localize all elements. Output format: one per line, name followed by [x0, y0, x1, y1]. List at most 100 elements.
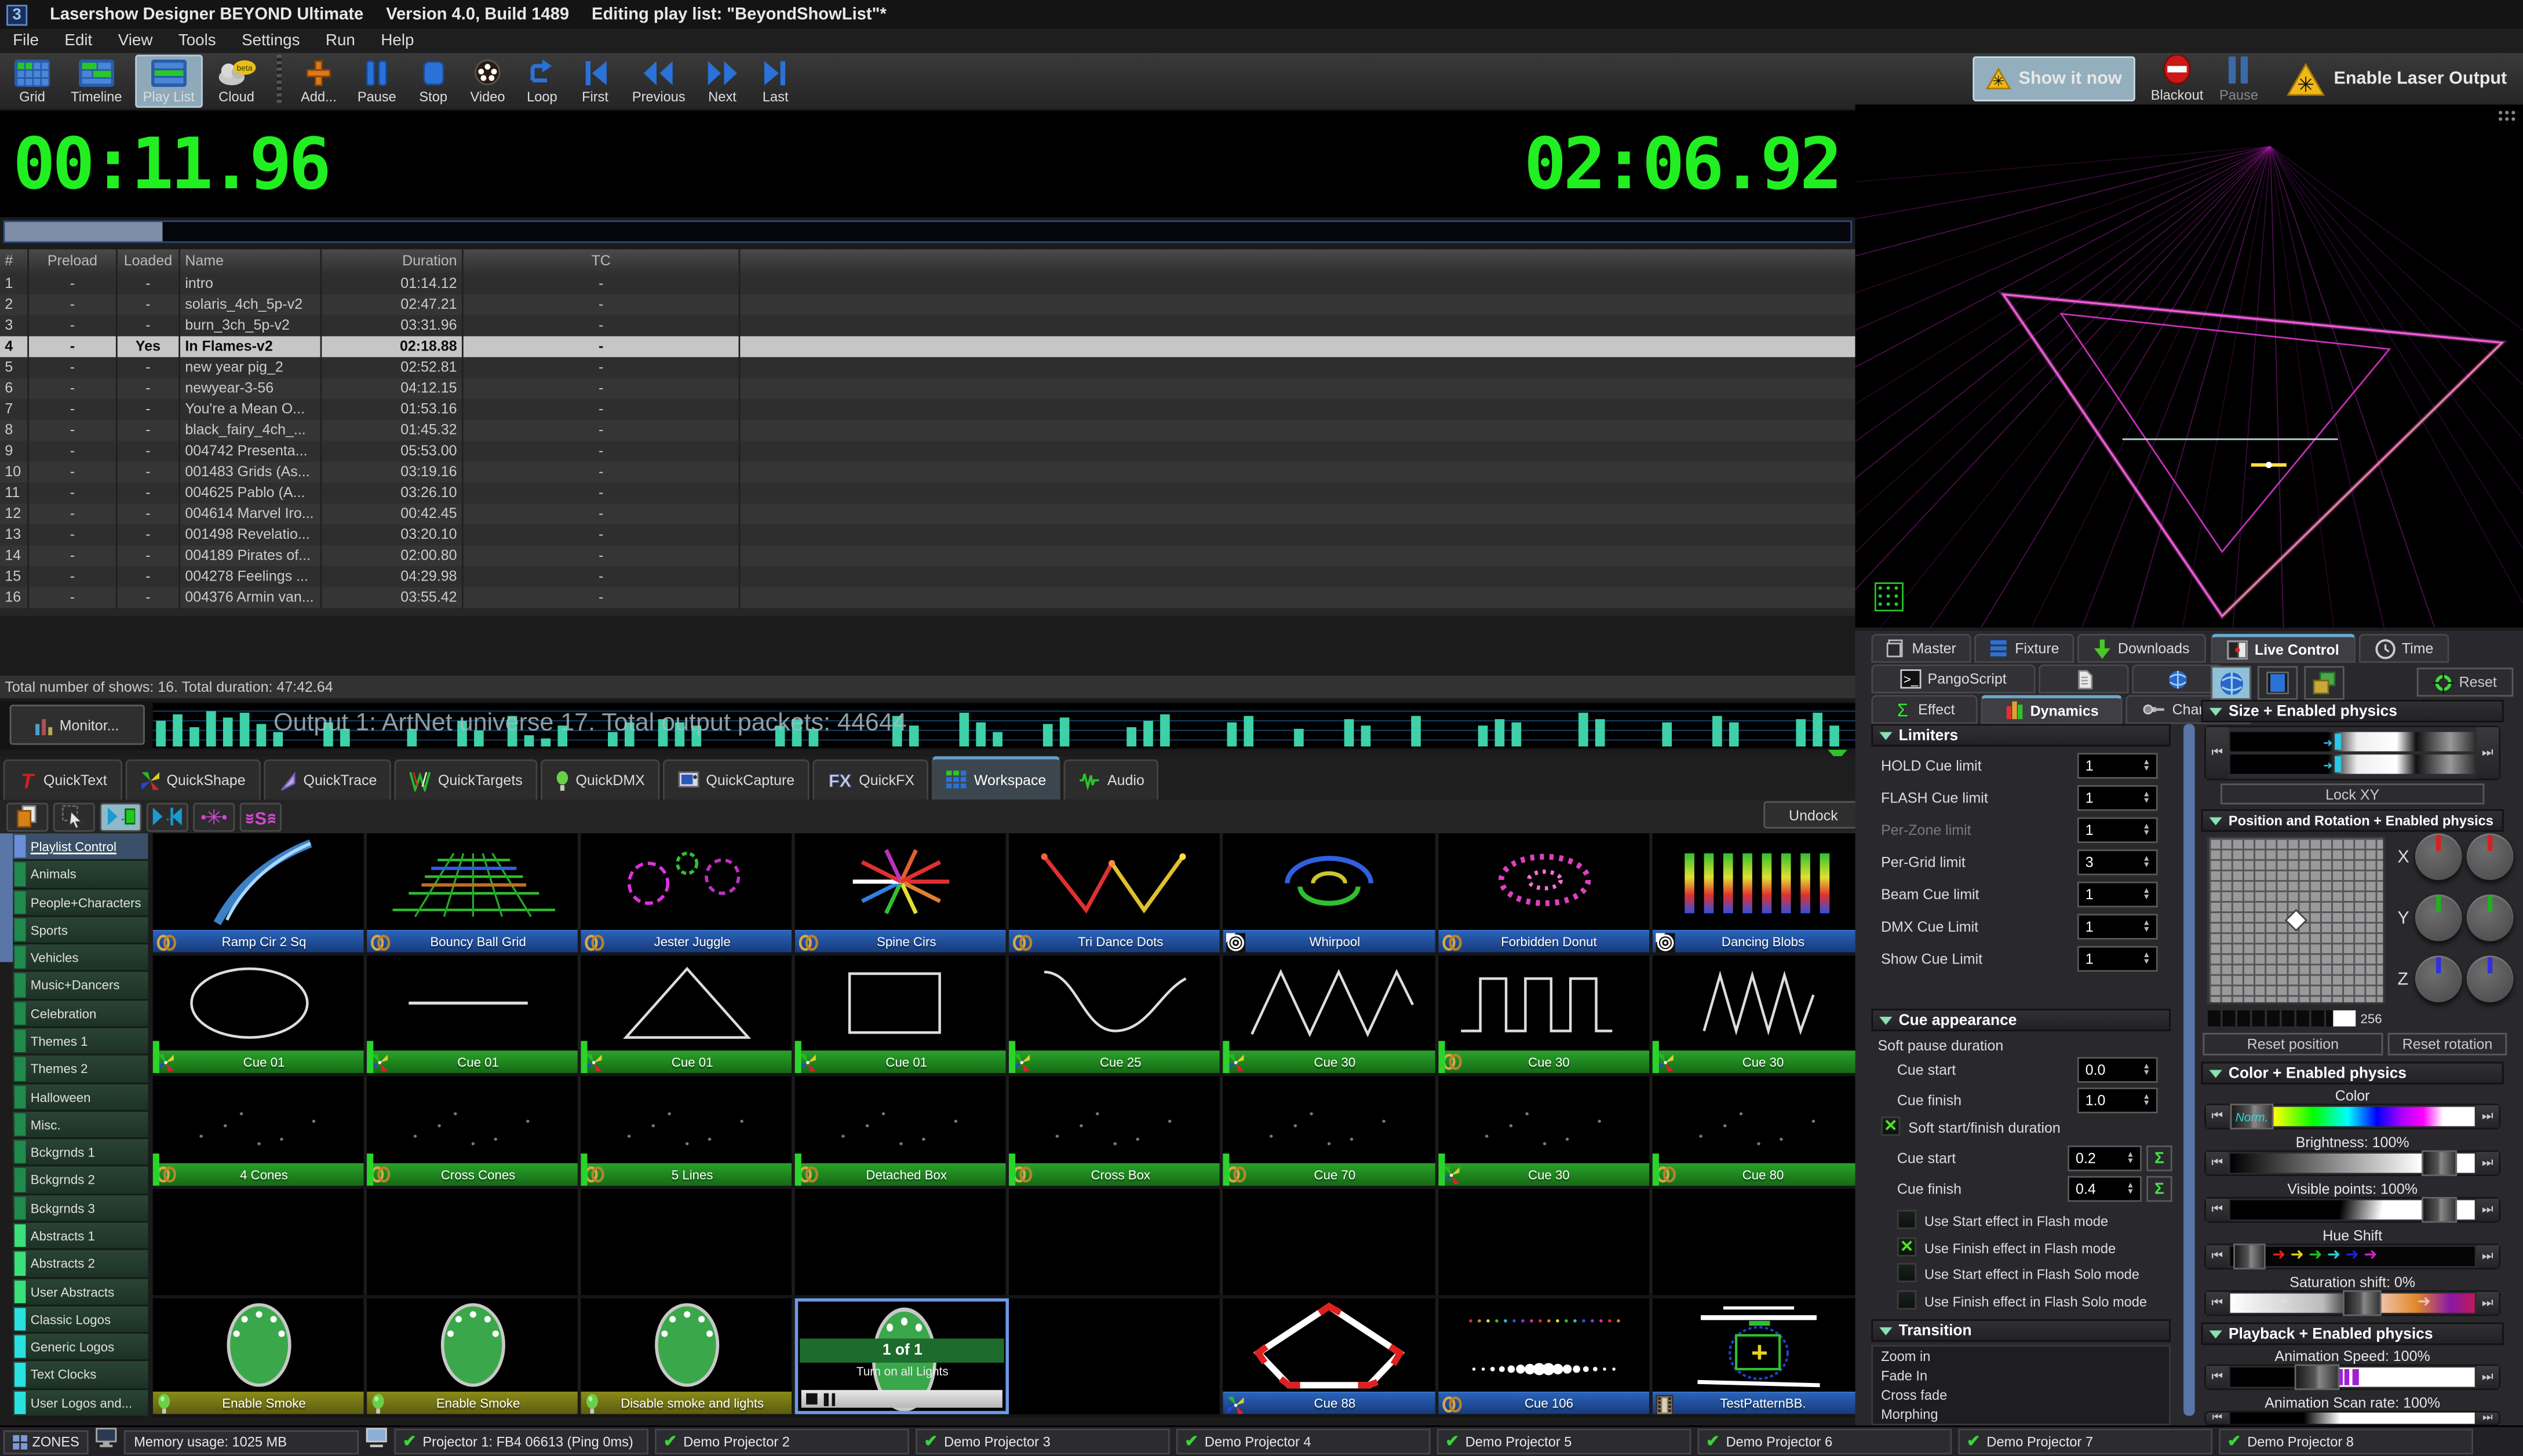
projector-demo-projector-8[interactable]: ✔Demo Projector 8 [2219, 1429, 2474, 1454]
toolbar-previous-button[interactable]: Previous [624, 54, 694, 108]
hue-shift-slider[interactable]: ⏮ ➜➜➜➜➜➜ ⏭ [2204, 1243, 2500, 1269]
projector-demo-projector-5[interactable]: ✔Demo Projector 5 [1437, 1429, 1691, 1454]
rotation-knob-z-a[interactable] [2415, 955, 2462, 1002]
cue-cell-dancing-blobs[interactable]: Dancing Blobs [1652, 833, 1866, 952]
category-abstracts-2[interactable]: Abstracts 2 [13, 1250, 148, 1278]
playback-header[interactable]: Playback + Enabled physics [2201, 1323, 2504, 1345]
cascade-view-button[interactable] [2304, 666, 2344, 700]
cue-cell-empty[interactable] [796, 1189, 1010, 1295]
cue-cell-cue-01[interactable]: Cue 01 [367, 955, 581, 1073]
tab-doc[interactable] [2039, 665, 2129, 694]
tab-effect[interactable]: ΣEffect [1871, 695, 1977, 724]
limiter-spinner[interactable]: 3▲▼ [2077, 849, 2158, 875]
category-bckgrnds-3[interactable]: Bckgrnds 3 [13, 1195, 148, 1223]
cue-cell-enable-smoke[interactable]: Enable Smoke [153, 1298, 367, 1414]
playlist-row[interactable]: 5--new year pig_202:52.81- [0, 357, 1855, 378]
tab-pangoscript[interactable]: >_PangoScript [1871, 665, 2035, 694]
reset-button[interactable]: Reset [2417, 667, 2514, 696]
animation-speed-slider[interactable]: ⏮ ⏭ [2204, 1364, 2500, 1390]
category-generic-logos[interactable]: Generic Logos [13, 1334, 148, 1362]
cue-cell-forbidden-donut[interactable]: Forbidden Donut [1438, 833, 1652, 952]
flag-checkbox[interactable] [1897, 1210, 1916, 1229]
column-header-Preload[interactable]: Preload [29, 249, 118, 273]
toolbar-last-button[interactable]: Last [752, 54, 800, 108]
toolbar-play-list-button[interactable]: Play List [135, 54, 203, 108]
panel-scrollbar[interactable] [2183, 724, 2194, 1416]
sigma-button[interactable]: Σ [2146, 1176, 2172, 1202]
effect-star-button[interactable]: ✳ [193, 802, 235, 831]
rotation-knob-x-b[interactable] [2467, 833, 2514, 880]
category-celebration[interactable]: Celebration [13, 1000, 148, 1028]
cue-cell-cue-01[interactable]: Cue 01 [581, 955, 796, 1073]
menu-view[interactable]: View [105, 32, 165, 50]
tab-quickshape[interactable]: QuickShape [125, 760, 260, 800]
playlist-row[interactable]: 15--004278 Feelings ...04:29.98- [0, 566, 1855, 587]
playlist-row[interactable]: 16--004376 Armin van...03:55.42- [0, 587, 1855, 608]
category-user-abstracts[interactable]: User Abstracts [13, 1278, 148, 1306]
category-classic-logos[interactable]: Classic Logos [13, 1306, 148, 1334]
reset-rotation-button[interactable]: Reset rotation [2388, 1033, 2507, 1056]
limiter-spinner[interactable]: 1▲▼ [2077, 914, 2158, 939]
reset-position-button[interactable]: Reset position [2203, 1033, 2383, 1056]
toolbar-video-button[interactable]: Video [462, 54, 513, 108]
limiter-spinner[interactable]: 1▲▼ [2077, 882, 2158, 907]
category-misc-[interactable]: Misc. [13, 1111, 148, 1139]
cue-cell-enable-smoke[interactable]: Enable Smoke [367, 1298, 581, 1414]
category-user-logos-and-[interactable]: User Logos and... [13, 1389, 148, 1417]
undock-button[interactable]: Undock [1763, 801, 1863, 829]
projector-demo-projector-2[interactable]: ✔Demo Projector 2 [655, 1429, 910, 1454]
projector-demo-projector-7[interactable]: ✔Demo Projector 7 [1959, 1429, 2213, 1454]
cue-cell-bouncy-ball-grid[interactable]: Bouncy Ball Grid [367, 833, 581, 952]
tab-quicktargets[interactable]: QuickTargets [395, 760, 537, 800]
playlist-row[interactable]: 6--newyear-3-5604:12.15- [0, 378, 1855, 399]
category-themes-2[interactable]: Themes 2 [13, 1056, 148, 1083]
cue-cell-empty[interactable] [1224, 1189, 1438, 1295]
cue-cell-empty[interactable] [153, 1189, 367, 1295]
tab-downloads[interactable]: Downloads [2077, 634, 2206, 663]
color-header[interactable]: Color + Enabled physics [2201, 1062, 2504, 1085]
flag-checkbox[interactable] [1897, 1290, 1916, 1309]
menu-file[interactable]: File [0, 32, 52, 50]
rotation-knob-y-a[interactable] [2415, 895, 2462, 942]
playlist-row[interactable]: 12--004614 Marvel Iro...00:42.45- [0, 503, 1855, 524]
playlist-row[interactable]: 13--001498 Revelatio...03:20.10- [0, 524, 1855, 545]
zone-view-button[interactable] [2258, 666, 2298, 700]
cue-cell-cue-88[interactable]: Cue 88 [1224, 1298, 1438, 1414]
cue-cell-cue-80[interactable]: Cue 80 [1652, 1077, 1866, 1186]
cue-cell-whirpool[interactable]: Whirpool [1224, 833, 1438, 952]
world-view-button[interactable] [2211, 666, 2251, 700]
category-vehicles[interactable]: Vehicles [13, 944, 148, 972]
saturation-slider[interactable]: ⏮ ⬅ ➜ ⏭ [2204, 1290, 2500, 1316]
column-header-Duration[interactable]: Duration [322, 249, 463, 273]
tab-audio[interactable]: Audio [1064, 760, 1159, 800]
cue-cell-empty[interactable] [581, 1189, 796, 1295]
copy-page-button[interactable] [6, 802, 48, 831]
menu-settings[interactable]: Settings [229, 32, 313, 50]
playlist-row[interactable]: 10--001483 Grids (As...03:19.16- [0, 462, 1855, 483]
cue-cell-cross-box[interactable]: Cross Box [1009, 1077, 1224, 1186]
projector-demo-projector-6[interactable]: ✔Demo Projector 6 [1698, 1429, 1952, 1454]
category-animals[interactable]: Animals [13, 861, 148, 889]
projector-demo-projector-3[interactable]: ✔Demo Projector 3 [916, 1429, 1171, 1454]
projector-demo-projector-4[interactable]: ✔Demo Projector 4 [1177, 1429, 1431, 1454]
tab-live-control[interactable]: Live Control [2211, 634, 2356, 663]
column-header-Name[interactable]: Name [180, 249, 322, 273]
rotation-knob-y-b[interactable] [2467, 895, 2514, 942]
effect-s-button[interactable]: ≋S≋ [240, 802, 282, 831]
toolbar-pause-button[interactable]: Pause [349, 54, 404, 108]
zones-button[interactable]: ZONES [3, 1429, 89, 1454]
tab-fixture[interactable]: Fixture [1974, 634, 2074, 663]
category-sports[interactable]: Sports [13, 917, 148, 944]
toolbar-stop-button[interactable]: Stop [409, 54, 457, 108]
cue-cell-cue-01[interactable]: Cue 01 [153, 955, 367, 1073]
cue-cell-cue-106[interactable]: Cue 106 [1438, 1298, 1652, 1414]
size-header[interactable]: Size + Enabled physics [2201, 700, 2504, 722]
category-halloween[interactable]: Halloween [13, 1083, 148, 1111]
cue-cell-active[interactable]: 1 of 1Turn on all Lights [796, 1298, 1010, 1414]
value-spinner[interactable]: 1.0▲▼ [2077, 1088, 2158, 1113]
column-header-num[interactable]: # [0, 249, 29, 273]
cue-cell-cue-30[interactable]: Cue 30 [1224, 955, 1438, 1073]
playlist-row[interactable]: 8--black_fairy_4ch_...01:45.32- [0, 420, 1855, 441]
cue-cell-cross-cones[interactable]: Cross Cones [367, 1077, 581, 1186]
flag-checkbox[interactable] [1897, 1263, 1916, 1282]
